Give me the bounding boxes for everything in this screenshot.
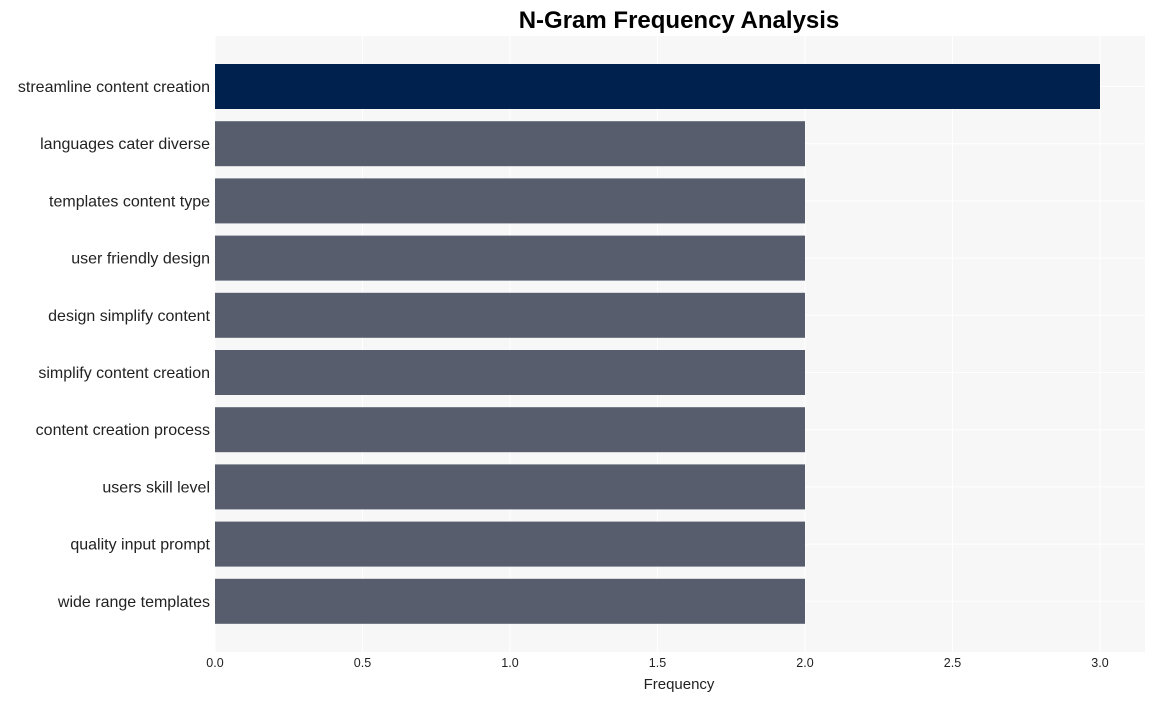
x-tick-label: 3.0 [1091, 656, 1108, 670]
bar-quality-input-prompt [215, 521, 805, 567]
y-tick-label: languages cater diverse [40, 136, 210, 153]
y-axis-labels: streamline content creation languages cat… [18, 79, 211, 611]
chart-title: N-Gram Frequency Analysis [519, 7, 840, 34]
y-tick-label: quality input prompt [70, 537, 210, 554]
y-tick-label: templates content type [49, 193, 210, 210]
y-tick-label: design simplify content [48, 308, 210, 325]
x-axis-ticks: 0.0 0.5 1.0 1.5 2.0 2.5 3.0 [206, 656, 1108, 670]
bar-simplify-content-creation [215, 350, 805, 395]
bar-content-creation-process [215, 407, 805, 453]
x-tick-label: 0.0 [206, 656, 223, 670]
x-tick-label: 1.5 [649, 656, 666, 670]
y-tick-label: streamline content creation [18, 79, 210, 96]
x-axis-label: Frequency [644, 676, 715, 693]
bar-design-simplify-content [215, 292, 805, 338]
x-tick-label: 2.5 [944, 656, 961, 670]
bar-wide-range-templates [215, 578, 805, 624]
x-tick-label: 1.0 [501, 656, 518, 670]
y-tick-label: wide range templates [57, 594, 210, 611]
bar-languages-cater-diverse [215, 121, 805, 167]
y-tick-label: user friendly design [71, 251, 210, 268]
y-tick-label: simplify content creation [38, 365, 210, 382]
bar-user-friendly-design [215, 235, 805, 281]
bar-templates-content-type [215, 178, 805, 224]
y-tick-label: users skill level [102, 479, 210, 496]
x-tick-label: 0.5 [354, 656, 371, 670]
x-tick-label: 2.0 [796, 656, 813, 670]
ngram-bar-chart: streamline content creation languages cat… [18, 7, 1145, 693]
bar-users-skill-level [215, 464, 805, 510]
bar-streamline-content-creation [215, 64, 1100, 109]
y-tick-label: content creation process [36, 422, 210, 439]
